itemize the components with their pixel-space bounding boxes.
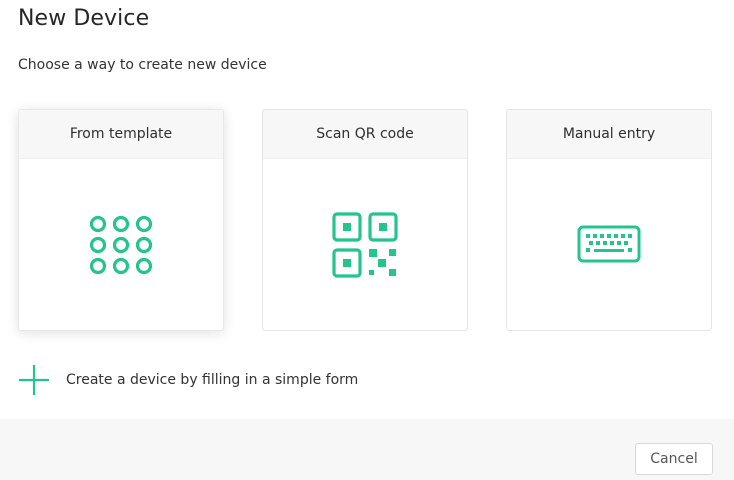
manual-entry-card[interactable]: Manual entry [506, 109, 712, 331]
qr-code-icon [332, 212, 398, 278]
card-label: Manual entry [562, 126, 656, 142]
card-header: From template [19, 110, 223, 159]
create-device-form-label: Create a device by filling in a simple f… [66, 372, 359, 388]
from-template-card[interactable]: From template [18, 109, 224, 331]
create-device-form-link[interactable]: Create a device by filling in a simple f… [18, 364, 358, 396]
card-header: Scan QR code [263, 110, 467, 159]
dialog-footer: Cancel [0, 419, 734, 480]
keyboard-icon [577, 225, 641, 263]
grid-dots-icon [89, 215, 153, 275]
dialog-subtitle: Choose a way to create new device [18, 57, 267, 73]
cancel-button[interactable]: Cancel [635, 443, 713, 475]
card-body [507, 159, 711, 331]
card-body [19, 159, 223, 331]
card-body [263, 159, 467, 331]
card-label: From template [69, 126, 173, 142]
card-header: Manual entry [507, 110, 711, 159]
card-label: Scan QR code [316, 126, 414, 142]
dialog-title: New Device [18, 6, 150, 31]
scan-qr-card[interactable]: Scan QR code [262, 109, 468, 331]
plus-icon [19, 365, 49, 395]
